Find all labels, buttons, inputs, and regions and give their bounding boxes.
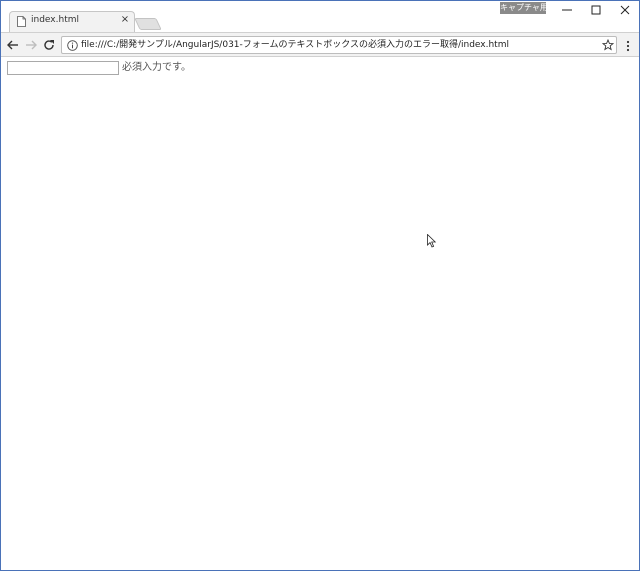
maximize-icon (591, 5, 601, 15)
address-bar[interactable]: file:///C:/開発サンプル/AngularJS/031-フォームのテキス… (61, 36, 617, 54)
minimize-button[interactable] (554, 3, 580, 17)
minimize-icon (562, 9, 572, 11)
required-error-message: 必須入力です。 (122, 62, 191, 73)
menu-kebab-icon[interactable] (626, 40, 630, 52)
close-window-button[interactable] (612, 3, 638, 17)
maximize-button[interactable] (583, 3, 609, 17)
capture-badge: キャプチャ用 (500, 2, 548, 14)
page-icon (17, 16, 26, 27)
reload-button[interactable] (41, 38, 57, 52)
tab-strip: index.html × キャプチャ用 (1, 1, 639, 33)
browser-toolbar: file:///C:/開発サンプル/AngularJS/031-フォームのテキス… (1, 32, 639, 57)
arrow-left-icon (7, 40, 18, 50)
mouse-cursor-icon (427, 234, 437, 248)
arrow-right-icon (26, 40, 37, 50)
info-icon[interactable] (67, 40, 78, 51)
back-button[interactable] (5, 38, 21, 52)
page-content: 必須入力です。 (1, 58, 639, 570)
reload-icon (44, 40, 54, 50)
new-tab-button[interactable] (134, 18, 162, 30)
bookmark-star-icon[interactable] (602, 39, 614, 51)
forward-button[interactable] (23, 38, 39, 52)
close-icon (620, 5, 630, 15)
browser-window: index.html × キャプチャ用 file:///C:/開発サンプル/An… (0, 0, 640, 571)
required-text-input[interactable] (7, 61, 119, 75)
tab-title: index.html (31, 15, 79, 25)
url-text[interactable]: file:///C:/開発サンプル/AngularJS/031-フォームのテキス… (81, 39, 509, 52)
tab-close-icon[interactable]: × (120, 14, 130, 26)
